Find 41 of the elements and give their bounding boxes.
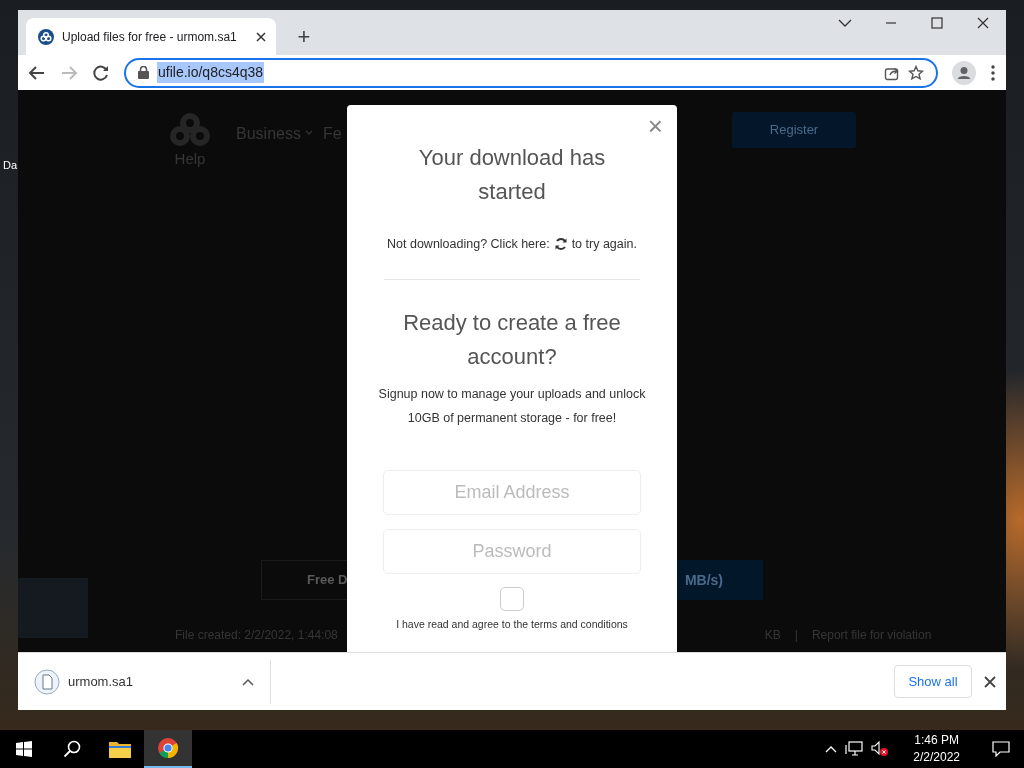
- windows-logo-icon: [16, 741, 32, 757]
- refresh-icon[interactable]: [553, 237, 568, 252]
- url-text: ufile.io/q8cs4q38: [157, 62, 265, 83]
- back-arrow-icon[interactable]: [28, 63, 46, 82]
- search-icon: [63, 740, 81, 758]
- retry-text: Not downloading? Click here:: [387, 236, 550, 253]
- folder-icon: [109, 740, 131, 758]
- menu-icon[interactable]: [990, 63, 996, 82]
- star-icon[interactable]: [908, 64, 924, 81]
- close-icon[interactable]: [256, 31, 266, 42]
- terms-checkbox[interactable]: [500, 586, 524, 611]
- browser-icon: [157, 737, 179, 759]
- taskbar-app[interactable]: [144, 730, 192, 768]
- download-item[interactable]: urmom.sa1: [34, 668, 254, 695]
- network-icon[interactable]: [845, 741, 864, 757]
- reload-icon[interactable]: [92, 63, 110, 82]
- separator-text: |: [794, 627, 798, 644]
- retry-text: to try again.: [571, 236, 637, 253]
- profile-icon[interactable]: [952, 60, 976, 85]
- close-icon[interactable]: [984, 675, 996, 688]
- lock-icon: [138, 66, 149, 79]
- dialog-title: Your download has started: [417, 144, 607, 206]
- terms-label: I have read and agree to the terms and conditions: [396, 616, 628, 632]
- chevron-up-icon[interactable]: [242, 677, 254, 686]
- cloud-logo-icon: [38, 28, 54, 45]
- file-icon: [34, 668, 60, 695]
- show-all-button[interactable]: Show all: [894, 665, 972, 698]
- address-bar[interactable]: ufile.io/q8cs4q38: [124, 57, 938, 88]
- taskbar-clock[interactable]: 1:46 PM 2/2/2022: [907, 731, 966, 767]
- register-button[interactable]: Register: [732, 112, 856, 148]
- email-field[interactable]: Email Address: [383, 469, 641, 515]
- caret-icon: [304, 130, 313, 136]
- browser-tab[interactable]: Upload files for free - urmom.sa1: [26, 18, 276, 55]
- password-field[interactable]: Password: [383, 528, 641, 574]
- new-tab-button[interactable]: +: [290, 22, 318, 50]
- notification-icon[interactable]: [992, 741, 1010, 757]
- speaker-muted-icon[interactable]: [871, 741, 890, 757]
- signup-title: Ready to create a free account?: [402, 308, 622, 371]
- desktop-icon-label[interactable]: Da: [3, 157, 18, 174]
- close-button[interactable]: ×: [647, 113, 663, 139]
- signup-text: Signup now to manage your uploads and unlock 10GB of permanent storage - for free!: [377, 385, 647, 427]
